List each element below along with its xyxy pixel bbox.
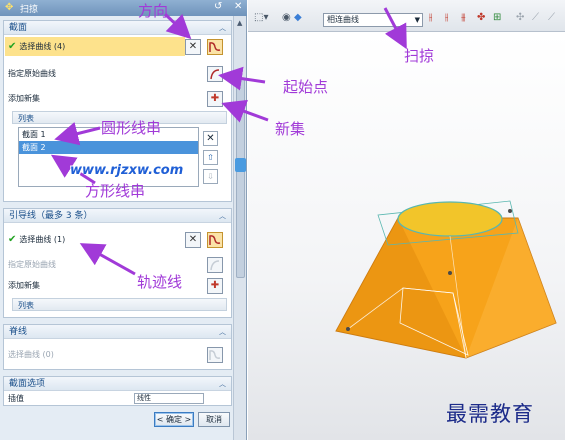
brand-watermark: 最需教育 (446, 402, 534, 426)
annotation-circle-string: 圆形线串 (101, 119, 162, 137)
annotation-arrows (50, 7, 407, 276)
annotation-start-point: 起始点 (283, 78, 329, 96)
annotation-direction: 方向 (138, 2, 169, 20)
watermark-url: www.rjzxw.com (70, 163, 184, 178)
annotation-trajectory: 轨迹线 (137, 273, 183, 291)
annotation-square-string: 方形线串 (85, 182, 146, 200)
annotation-new-set: 新集 (275, 120, 306, 138)
annotation-sweep: 扫掠 (404, 47, 435, 65)
